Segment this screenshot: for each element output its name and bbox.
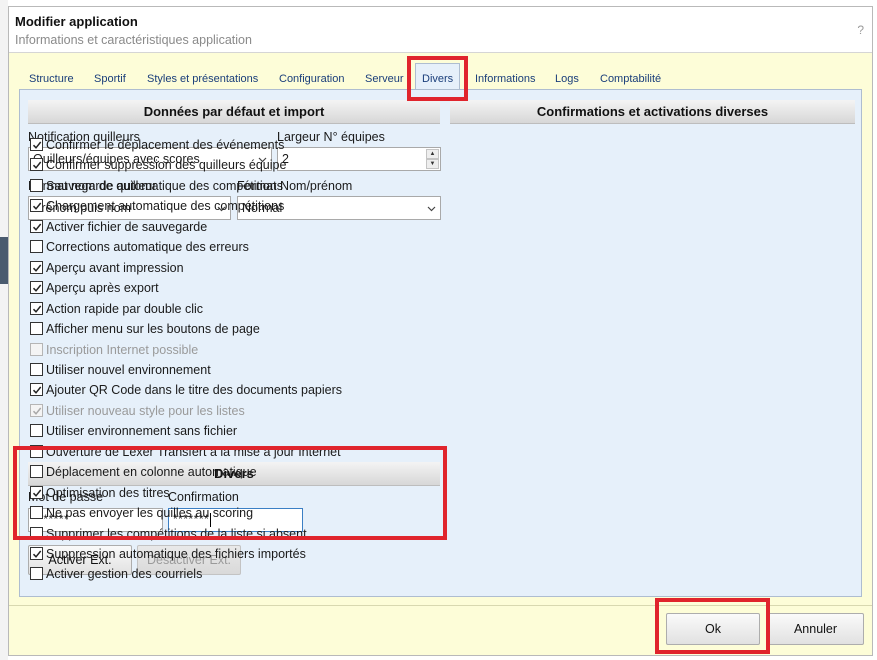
checkbox-label: Utiliser environnement sans fichier xyxy=(46,424,238,439)
checkbox[interactable] xyxy=(30,506,43,520)
checkmark-icon xyxy=(32,223,42,231)
checkbox-label: Supprimer les compétitions de la liste s… xyxy=(46,526,307,541)
checkbox[interactable] xyxy=(30,485,43,499)
confirmations-section-heading: Confirmations et activations diverses xyxy=(450,100,855,124)
checkmark-icon xyxy=(32,550,42,558)
checkbox[interactable] xyxy=(30,547,43,560)
help-icon[interactable]: ? xyxy=(857,23,864,37)
checkbox-label: Afficher menu sur les boutons de page xyxy=(46,322,260,337)
checkbox[interactable] xyxy=(30,158,43,172)
checkbox[interactable] xyxy=(30,138,43,151)
checkbox-label: Ajouter QR Code dans le titre des docume… xyxy=(46,383,342,398)
checkbox-label: Ouverture de Lexer Transfert à la mise à… xyxy=(46,444,341,459)
checkbox[interactable] xyxy=(30,444,43,458)
checkbox[interactable] xyxy=(30,178,43,192)
checkbox-label: Sauvegarde automatique des compétitions xyxy=(46,178,283,193)
checkbox[interactable] xyxy=(30,301,43,315)
dialog-titlebar: Modifier application Informations et car… xyxy=(9,7,872,53)
checkbox[interactable] xyxy=(30,240,43,254)
checkbox[interactable] xyxy=(30,281,43,295)
checkbox[interactable] xyxy=(30,465,43,479)
spinner-buttons: ▲ ▼ xyxy=(426,149,439,169)
checkbox[interactable] xyxy=(30,526,43,540)
background-app-fragment xyxy=(0,167,6,177)
tab-divers[interactable]: Divers xyxy=(415,63,461,92)
tab-serveur[interactable]: Serveur xyxy=(363,69,406,91)
chevron-down-icon xyxy=(427,206,436,212)
checkbox-label: Utiliser nouvel environnement xyxy=(46,362,211,377)
checkmark-icon xyxy=(32,407,42,415)
checkbox-label: Inscription Internet possible xyxy=(46,342,199,357)
checkbox-label: Confirmer suppression des quilleurs équi… xyxy=(46,158,287,173)
defaults-section-heading: Données par défaut et import xyxy=(28,100,440,124)
background-app-bar xyxy=(0,237,8,284)
checkmark-icon xyxy=(32,284,42,293)
checkbox xyxy=(30,342,43,356)
tab-styles-et-presentations[interactable]: Styles et présentations xyxy=(145,69,260,91)
checkbox-label: Utiliser nouveau style pour les listes xyxy=(46,403,245,418)
confirmation-label: Confirmation xyxy=(168,490,239,504)
checkbox[interactable] xyxy=(30,260,43,274)
checkmark-icon xyxy=(32,202,42,211)
checkbox[interactable] xyxy=(30,567,43,581)
divers-tab-panel: Données par défaut et import Notificatio… xyxy=(19,89,862,597)
spin-down-icon[interactable]: ▼ xyxy=(426,159,439,169)
checkbox xyxy=(30,403,43,417)
checkmark-icon xyxy=(32,386,42,395)
checkmark-icon xyxy=(32,161,42,170)
checkbox[interactable] xyxy=(30,322,43,336)
dialog-title: Modifier application xyxy=(15,14,138,29)
tab-comptabilite[interactable]: Comptabilité xyxy=(598,69,663,91)
checkbox-label: Action rapide par double clic xyxy=(46,301,204,316)
checkbox-label: Chargement automatique des compétitions xyxy=(46,199,285,214)
ok-button[interactable]: Ok xyxy=(666,613,760,645)
tab-sportif[interactable]: Sportif xyxy=(92,69,128,91)
checkbox-label: Ne pas envoyer les quilles au scoring xyxy=(46,506,254,521)
checkbox[interactable] xyxy=(30,362,43,376)
checkmark-icon xyxy=(32,305,42,313)
tab-logs[interactable]: Logs xyxy=(553,69,581,91)
team-width-spinner[interactable]: 2 ▲ ▼ xyxy=(277,147,441,171)
tab-structure[interactable]: Structure xyxy=(27,69,76,91)
checkbox[interactable] xyxy=(30,219,43,233)
checkbox-label: Déplacement en colonne automatique xyxy=(46,465,257,480)
checkbox-label: Optimisation des titres xyxy=(46,485,170,500)
checkmark-icon xyxy=(32,141,42,149)
checkbox[interactable] xyxy=(30,383,43,397)
spin-up-icon[interactable]: ▲ xyxy=(426,149,439,159)
checkbox-label: Aperçu après export xyxy=(46,281,159,296)
checkbox-label: Aperçu avant impression xyxy=(46,260,184,275)
checkbox-label: Suppression automatique des fichiers imp… xyxy=(46,547,306,561)
checkbox-label: Corrections automatique des erreurs xyxy=(46,240,249,255)
background-app-edge xyxy=(0,0,8,660)
tab-configuration[interactable]: Configuration xyxy=(277,69,346,91)
cancel-button[interactable]: Annuler xyxy=(767,613,864,645)
checkbox[interactable] xyxy=(30,199,43,213)
tab-informations[interactable]: Informations xyxy=(473,69,538,91)
checkbox[interactable] xyxy=(30,424,43,438)
modifier-application-dialog: Modifier application Informations et car… xyxy=(8,6,873,656)
checkmark-icon xyxy=(32,489,42,497)
checkbox-label: Activer fichier de sauvegarde xyxy=(46,219,208,234)
checkmark-icon xyxy=(32,264,42,272)
checkbox-label: Activer gestion des courriels xyxy=(46,567,203,582)
dialog-subtitle: Informations et caractéristiques applica… xyxy=(15,33,252,47)
footer-divider xyxy=(9,605,872,606)
checkbox-label: Confirmer le déplacement des événements xyxy=(46,138,285,152)
width-label: Largeur N° équipes xyxy=(277,130,385,144)
